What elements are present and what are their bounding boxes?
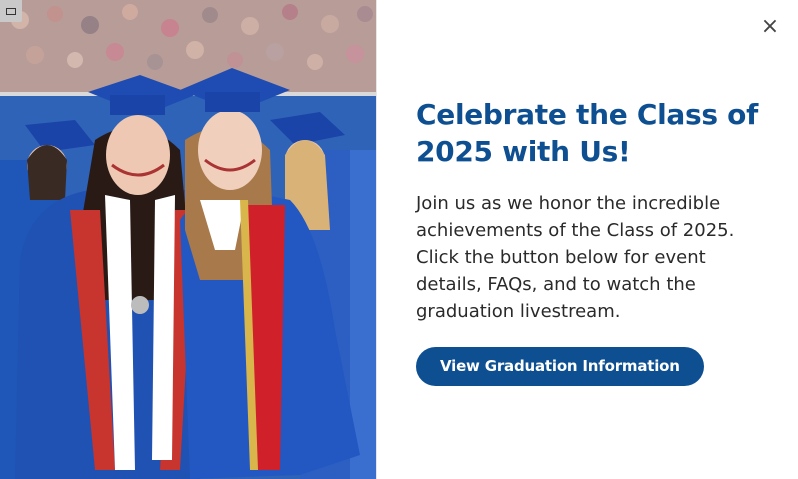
modal-headline: Celebrate the Class of 2025 with Us!	[416, 98, 758, 168]
graduation-modal: × Celebrate the Class of 2025 with Us! J…	[0, 0, 798, 479]
modal-content: Celebrate the Class of 2025 with Us! Joi…	[416, 96, 772, 386]
close-icon[interactable]: ×	[760, 16, 780, 38]
modal-body-text: Join us as we honor the incredible achie…	[416, 193, 735, 322]
image-mode-icon[interactable]	[0, 0, 22, 22]
graduation-photo	[0, 0, 377, 479]
graduates-illustration	[0, 0, 376, 479]
view-graduation-info-button[interactable]: View Graduation Information	[416, 347, 704, 386]
